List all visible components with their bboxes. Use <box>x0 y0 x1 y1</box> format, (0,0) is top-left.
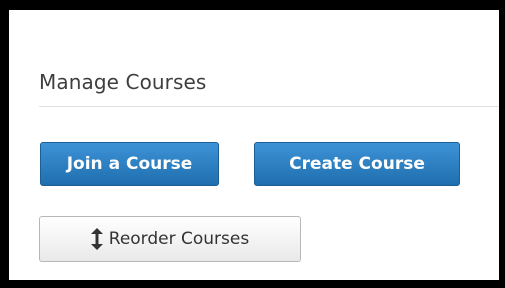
reorder-courses-label: Reorder Courses <box>108 229 250 249</box>
join-course-button[interactable]: Join a Course <box>40 142 219 186</box>
manage-courses-panel: Manage Courses Join a Course Create Cour… <box>9 10 499 280</box>
join-course-label: Join a Course <box>66 154 193 174</box>
create-course-label: Create Course <box>289 154 425 174</box>
section-title: Manage Courses <box>39 70 207 94</box>
up-down-arrow-icon <box>90 228 103 250</box>
divider <box>39 106 499 107</box>
reorder-courses-button[interactable]: Reorder Courses <box>39 216 301 262</box>
create-course-button[interactable]: Create Course <box>254 142 460 186</box>
